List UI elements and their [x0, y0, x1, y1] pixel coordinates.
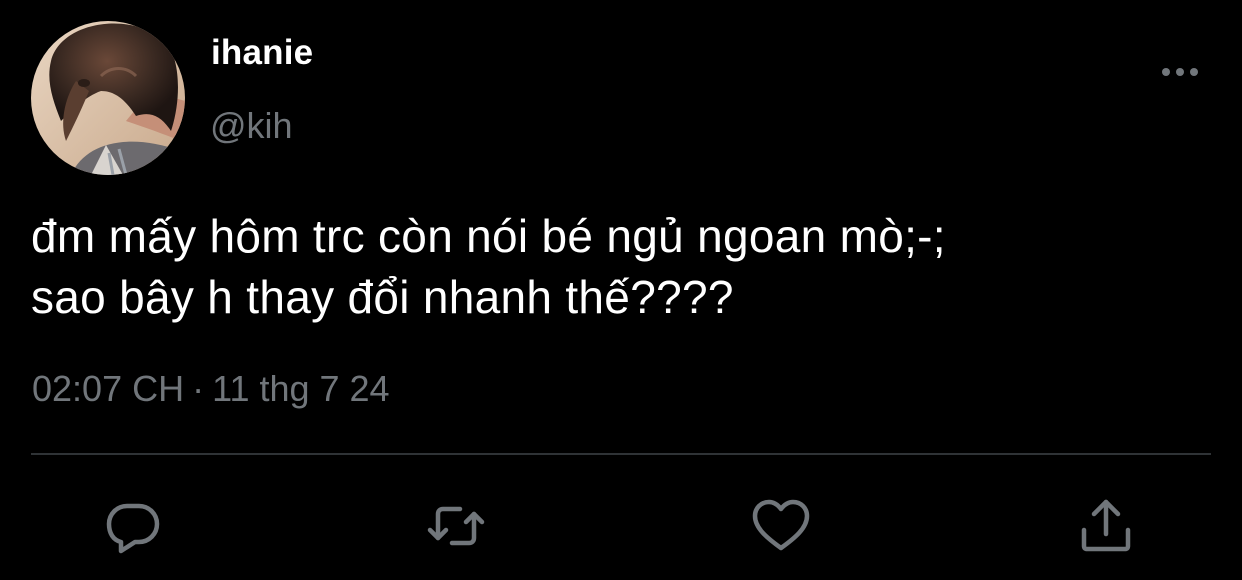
- like-icon: [752, 499, 810, 551]
- tweet-date: 11 thg 7 24: [212, 368, 390, 409]
- more-options-button[interactable]: [1152, 56, 1208, 88]
- author-handle[interactable]: @kih: [210, 106, 293, 146]
- avatar[interactable]: [31, 21, 185, 175]
- reply-button[interactable]: [101, 494, 165, 558]
- author-display-name[interactable]: ihanie: [211, 33, 313, 73]
- retweet-icon: [427, 506, 485, 546]
- tweet-timestamp[interactable]: 02:07 CH · 11 thg 7 24: [32, 369, 390, 409]
- profile-photo-avatar-icon: [31, 21, 185, 175]
- more-horizontal-icon: [1162, 68, 1198, 76]
- tweet-text-line-2: sao bây h thay đổi nhanh thế????: [31, 271, 734, 323]
- meta-separator: ·: [192, 368, 205, 409]
- tweet-text-line-1: đm mấy hôm trc còn nói bé ngủ ngoan mò;-…: [31, 210, 946, 262]
- like-button[interactable]: [749, 494, 813, 558]
- share-button[interactable]: [1074, 494, 1138, 558]
- reply-icon: [106, 503, 160, 554]
- share-icon: [1081, 499, 1131, 552]
- retweet-button[interactable]: [424, 494, 488, 558]
- tweet-time: 02:07 CH: [32, 368, 185, 409]
- tweet-text: đm mấy hôm trc còn nói bé ngủ ngoan mò;-…: [31, 206, 1211, 328]
- divider: [31, 453, 1211, 455]
